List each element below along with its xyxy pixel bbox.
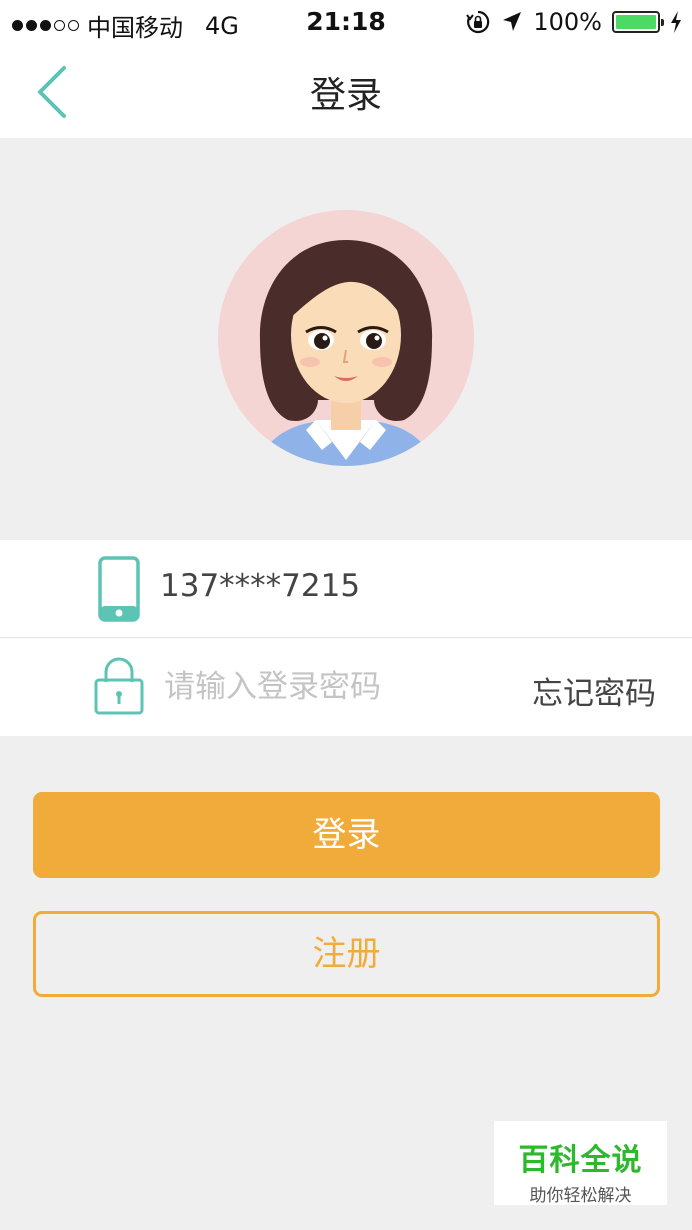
lock-icon — [93, 656, 145, 720]
forgot-password-link[interactable]: 忘记密码 — [532, 668, 656, 713]
orientation-lock-icon — [466, 10, 490, 34]
battery-percent: 100% — [533, 8, 602, 36]
status-bar: 中国移动 4G 21:18 100% — [0, 0, 692, 46]
phone-icon — [98, 556, 140, 626]
phone-row[interactable]: 137****7215 — [0, 540, 692, 637]
password-row: 忘记密码 — [0, 638, 692, 736]
avatar-illustration — [258, 240, 434, 466]
watermark-subtitle: 助你轻松解决 — [529, 1186, 632, 1206]
nav-bar: 登录 — [0, 46, 692, 138]
watermark-logo: 百科全说 助你轻松解决 — [494, 1121, 667, 1206]
password-input[interactable] — [164, 662, 464, 712]
location-icon — [503, 12, 522, 31]
register-button[interactable]: 注册 — [33, 911, 660, 997]
page-title: 登录 — [309, 75, 382, 116]
avatar — [218, 210, 474, 466]
status-right: 100% — [465, 8, 682, 36]
login-button[interactable]: 登录 — [33, 792, 660, 878]
charging-icon — [671, 11, 681, 33]
phone-number-value: 137****7215 — [160, 568, 361, 604]
battery-icon — [612, 11, 664, 33]
watermark-title: 百科全说 — [518, 1143, 643, 1178]
